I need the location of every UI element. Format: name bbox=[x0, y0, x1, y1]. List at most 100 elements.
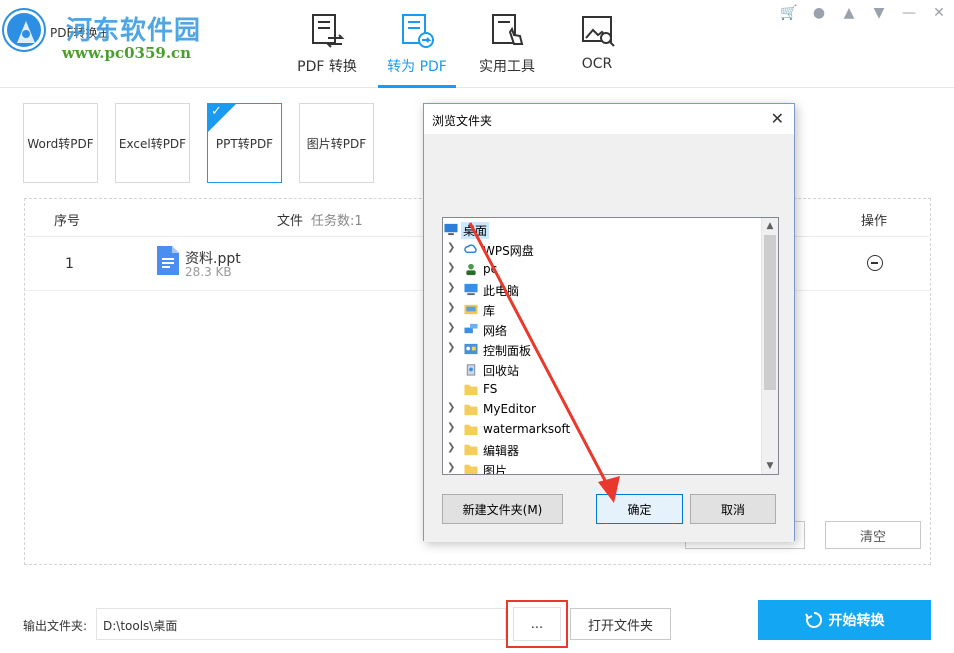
output-folder-label: 输出文件夹: bbox=[23, 619, 88, 633]
tree-item-label: 网络 bbox=[483, 324, 508, 338]
refresh-icon bbox=[804, 611, 822, 628]
clear-button[interactable]: 清空 bbox=[825, 521, 921, 549]
expand-icon[interactable]: ❯ bbox=[447, 282, 455, 293]
desktop-icon bbox=[444, 223, 458, 236]
tree-item-label: 桌面 bbox=[461, 222, 490, 239]
expand-icon[interactable]: ❯ bbox=[447, 342, 455, 353]
tree-item-label: 图片 bbox=[483, 464, 508, 475]
browse-folder-dialog: 浏览文件夹 ✕ ▲ ▼ 桌面 ❯ WPS网盘 ❯ pc ❯ 此电脑 ❯ 库 ❯ 网络 ❯ 控制面板 回收站… bbox=[423, 103, 795, 542]
tree-item-label: 回收站 bbox=[483, 364, 520, 378]
col-operation: 操作 bbox=[861, 214, 888, 229]
close-icon[interactable]: ✕ bbox=[924, 0, 954, 26]
library-icon bbox=[464, 304, 478, 315]
col-file: 文件 bbox=[277, 214, 304, 229]
type-card-excel[interactable]: Excel转PDF bbox=[115, 103, 190, 183]
tree-item-label: 库 bbox=[483, 304, 496, 318]
tree-item[interactable]: ❯ watermarksoft bbox=[443, 419, 761, 439]
tree-item[interactable]: ❯ WPS网盘 bbox=[443, 239, 761, 259]
pdf-convert-icon bbox=[312, 14, 345, 48]
tree-scrollbar[interactable]: ▲ ▼ bbox=[761, 218, 778, 474]
tab-ocr[interactable]: OCR bbox=[552, 0, 642, 88]
type-card-ppt[interactable]: ✓ PPT转PDF bbox=[207, 103, 282, 183]
tab-pdf-convert[interactable]: PDF 转换 bbox=[282, 0, 372, 88]
tab-label: 转为 PDF bbox=[387, 59, 447, 75]
open-folder-button[interactable]: 打开文件夹 bbox=[570, 608, 671, 640]
tab-tools[interactable]: 实用工具 bbox=[462, 0, 552, 88]
user-icon[interactable]: ● bbox=[804, 0, 834, 26]
file-size: 28.3 KB bbox=[185, 265, 232, 279]
cloud-icon bbox=[464, 244, 477, 253]
new-folder-button[interactable]: 新建文件夹(M) bbox=[442, 494, 563, 524]
expand-icon[interactable]: ❯ bbox=[447, 462, 455, 473]
expand-icon[interactable]: ❯ bbox=[447, 242, 455, 253]
tree-item-label: watermarksoft bbox=[483, 422, 571, 436]
expand-icon[interactable]: ❯ bbox=[447, 262, 455, 273]
expand-icon[interactable]: ❯ bbox=[447, 442, 455, 453]
col-no: 序号 bbox=[54, 214, 81, 229]
tree-item-label: pc bbox=[483, 262, 498, 276]
dialog-close-icon[interactable]: ✕ bbox=[771, 109, 784, 128]
scroll-up-icon[interactable]: ▲ bbox=[762, 218, 778, 234]
network-icon bbox=[464, 323, 478, 334]
start-convert-button[interactable]: 开始转换 bbox=[758, 600, 931, 640]
check-icon: ✓ bbox=[211, 104, 222, 119]
tree-item-label: WPS网盘 bbox=[483, 244, 534, 258]
tree-item[interactable]: ❯ 编辑器 bbox=[443, 439, 761, 459]
expand-icon[interactable]: ❯ bbox=[447, 402, 455, 413]
type-card-word[interactable]: Word转PDF bbox=[23, 103, 98, 183]
task-count: 任务数:1 bbox=[311, 214, 363, 229]
expand-icon[interactable]: ❯ bbox=[447, 422, 455, 433]
type-card-label: Word转PDF bbox=[27, 136, 94, 151]
tree-item-label: 编辑器 bbox=[483, 444, 520, 458]
watermark-logo-icon bbox=[4, 10, 44, 50]
tree-item-label: 控制面板 bbox=[483, 344, 532, 358]
remove-icon[interactable] bbox=[867, 255, 883, 271]
tree-item[interactable]: ❯ 网络 bbox=[443, 319, 761, 339]
tree-item[interactable]: ❯ 控制面板 bbox=[443, 339, 761, 359]
tab-label: OCR bbox=[581, 56, 613, 72]
watermark-url: www.pc0359.cn bbox=[62, 44, 192, 62]
window-controls: 🛒 ● ▲ ▼ — ✕ bbox=[774, 0, 954, 26]
tools-icon bbox=[492, 14, 524, 45]
browse-button[interactable]: ... bbox=[513, 607, 561, 641]
folder-icon bbox=[464, 404, 478, 416]
tab-label: 实用工具 bbox=[479, 59, 535, 75]
start-convert-label: 开始转换 bbox=[828, 613, 885, 629]
cart-icon[interactable]: 🛒 bbox=[774, 0, 804, 26]
menu-icon[interactable]: ▼ bbox=[864, 0, 894, 26]
ok-button[interactable]: 确定 bbox=[596, 494, 683, 524]
cancel-button[interactable]: 取消 bbox=[690, 494, 776, 524]
tree-item[interactable]: ❯ MyEditor bbox=[443, 399, 761, 419]
tree-item[interactable]: 回收站 bbox=[443, 359, 761, 379]
folder-icon bbox=[464, 424, 478, 436]
tree-item[interactable]: ❯ pc bbox=[443, 259, 761, 279]
expand-icon[interactable]: ❯ bbox=[447, 322, 455, 333]
tree-item[interactable]: FS bbox=[443, 379, 761, 399]
output-path-field[interactable]: D:\tools\桌面 bbox=[96, 608, 506, 640]
minimize-icon[interactable]: — bbox=[894, 0, 924, 26]
control-panel-icon bbox=[464, 343, 478, 355]
tree-item[interactable]: ❯ 此电脑 bbox=[443, 279, 761, 299]
tree-item-label: MyEditor bbox=[483, 402, 536, 416]
app-header: PDF转换王 河东软件园 www.pc0359.cn PDF 转换 转为 PDF… bbox=[0, 0, 954, 88]
recycle-bin-icon bbox=[466, 364, 476, 376]
scroll-down-icon[interactable]: ▼ bbox=[762, 458, 778, 474]
scroll-thumb[interactable] bbox=[764, 235, 776, 390]
tab-to-pdf[interactable]: 转为 PDF bbox=[372, 0, 462, 88]
dialog-body: ▲ ▼ 桌面 ❯ WPS网盘 ❯ pc ❯ 此电脑 ❯ 库 ❯ 网络 ❯ 控制面板 回收站 FS ❯ MyEdi… bbox=[424, 134, 794, 542]
browse-button-highlight: ... bbox=[506, 600, 568, 648]
app-logo: PDF转换王 河东软件园 www.pc0359.cn bbox=[4, 4, 204, 64]
document-file-icon bbox=[157, 246, 179, 275]
folder-icon bbox=[464, 384, 478, 396]
folder-icon bbox=[464, 464, 478, 474]
type-card-image[interactable]: 图片转PDF bbox=[299, 103, 374, 183]
main-nav: PDF 转换 转为 PDF 实用工具 OCR bbox=[282, 0, 642, 88]
tree-item[interactable]: ❯ 库 bbox=[443, 299, 761, 319]
tree-item[interactable]: ❯ 图片 bbox=[443, 459, 761, 475]
dialog-title: 浏览文件夹 bbox=[424, 104, 794, 134]
tree-item[interactable]: 桌面 bbox=[443, 219, 761, 239]
type-card-label: 图片转PDF bbox=[306, 136, 367, 151]
tab-label: PDF 转换 bbox=[297, 59, 357, 75]
bell-icon[interactable]: ▲ bbox=[834, 0, 864, 26]
expand-icon[interactable]: ❯ bbox=[447, 302, 455, 313]
